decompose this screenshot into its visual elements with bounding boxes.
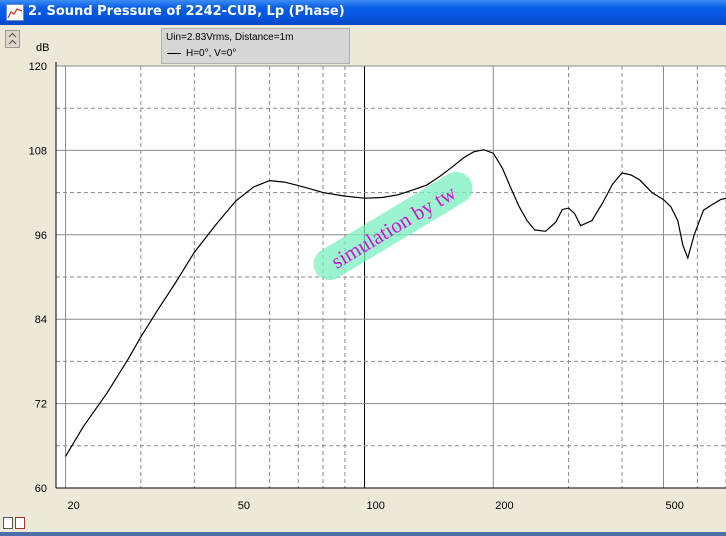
x-tick-label: 50 [238,500,250,512]
x-tick-label: 200 [495,500,513,512]
page-icon[interactable] [3,517,13,529]
sound-pressure-chart: 60728496108120 20 50 100 200 500 dB simulati… [29,42,726,512]
y-axis-labels: 60 72 84 96 108 120 [29,61,47,495]
marker-icon[interactable] [15,517,25,529]
y-tick-label: 84 [35,314,47,326]
y-tick-label: 120 [29,61,47,73]
x-tick-label: 500 [665,500,683,512]
y-tick-label: 96 [35,230,47,242]
y-tick-label: 60 [35,483,47,495]
y-axis-title: dB [36,42,49,54]
x-axis-labels: 20 50 100 200 500 [68,500,684,512]
x-tick-label: 20 [68,500,80,512]
status-strip [0,532,726,536]
y-tick-label: 72 [35,399,47,411]
y-tick-label: 108 [29,145,47,157]
x-tick-label: 100 [367,500,385,512]
